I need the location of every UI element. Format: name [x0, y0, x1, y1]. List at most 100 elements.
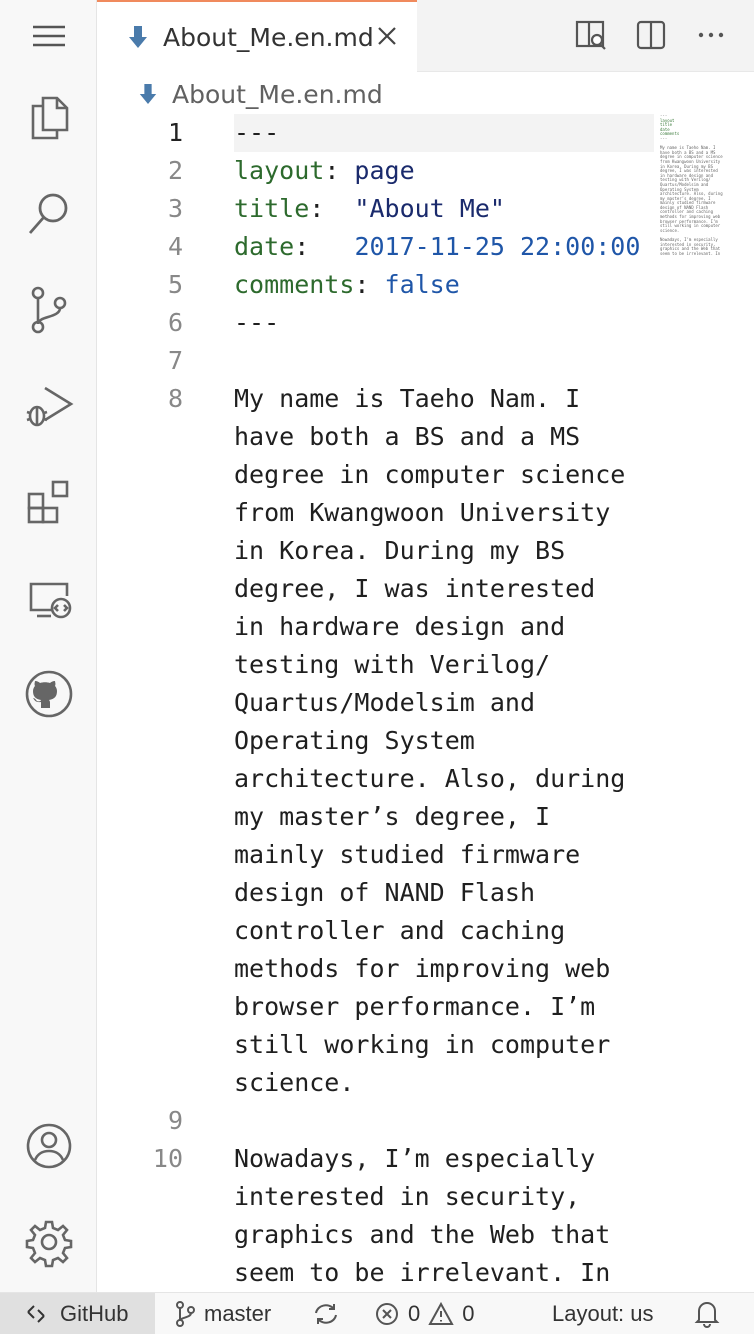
- split-editor-icon: [636, 20, 666, 50]
- text-line: methods for improving web: [234, 954, 611, 983]
- yaml-key: title: [234, 194, 310, 223]
- activity-bar: [0, 0, 97, 1292]
- warning-count: 0: [462, 1301, 475, 1326]
- branch-icon: [176, 1301, 195, 1327]
- line-number: 6: [167, 308, 183, 337]
- ellipsis-icon: [698, 32, 724, 38]
- code-line: ---: [234, 308, 280, 337]
- text-line: from Kwangwoon University: [234, 498, 611, 527]
- paragraph: Nowadays, I’m especially interested in se…: [234, 1140, 654, 1292]
- yaml-key: comments: [234, 270, 355, 299]
- menu-button[interactable]: [0, 0, 97, 72]
- yaml-value: false: [384, 270, 460, 299]
- remote-indicator[interactable]: GitHub: [0, 1293, 155, 1334]
- account-icon: [26, 1123, 71, 1169]
- text-line: architecture. Also, during: [234, 764, 626, 793]
- text-line: in hardware design and: [234, 612, 566, 641]
- remote-label: GitHub: [60, 1301, 129, 1326]
- text-line: Nowadays, I’m especially: [234, 1144, 596, 1173]
- extensions-button[interactable]: [0, 466, 97, 538]
- gear-icon: [25, 1220, 72, 1268]
- yaml-value: "About Me": [354, 194, 505, 223]
- notifications-button[interactable]: [694, 1293, 720, 1334]
- editor-actions: [572, 16, 730, 54]
- minimap[interactable]: --- layout title date comments --- My name is…: [660, 114, 740, 294]
- problems-indicator[interactable]: 0 0: [374, 1293, 475, 1334]
- line-number: 10: [152, 1144, 183, 1173]
- extensions-icon: [27, 480, 68, 524]
- breadcrumb-file: About_Me.en.md: [172, 79, 383, 109]
- github-button[interactable]: [0, 658, 97, 730]
- text-line: testing with Verilog/: [234, 650, 551, 679]
- hamburger-icon: [32, 25, 65, 47]
- text-line: mainly studied firmware: [234, 840, 581, 869]
- text-line: interested in security,: [234, 1182, 581, 1211]
- text-line: browser performance. I’m: [234, 992, 596, 1021]
- more-actions-button[interactable]: [692, 16, 730, 54]
- open-preview-button[interactable]: [572, 16, 610, 54]
- run-debug-button[interactable]: [0, 370, 97, 442]
- text-line: in Korea. During my BS: [234, 536, 566, 565]
- explorer-button[interactable]: [0, 82, 97, 154]
- paragraph: My name is Taeho Nam. I have both a BS an…: [234, 380, 654, 1102]
- line-number: 1: [167, 118, 183, 147]
- preview-icon: [575, 20, 606, 50]
- line-number: 5: [167, 270, 183, 299]
- warning-icon: [428, 1301, 454, 1325]
- branch-indicator[interactable]: master: [174, 1293, 271, 1334]
- close-icon[interactable]: [373, 22, 401, 50]
- code-line: layout: page: [234, 156, 415, 185]
- split-editor-button[interactable]: [632, 16, 670, 54]
- source-control-button[interactable]: [0, 274, 97, 346]
- text-line: degree in computer science: [234, 460, 626, 489]
- yaml-value: 2017-11-25 22:00:00: [354, 232, 641, 261]
- accounts-button[interactable]: [0, 1110, 97, 1182]
- sync-button[interactable]: [312, 1293, 340, 1334]
- current-line-highlight: [234, 114, 654, 152]
- text-line: My name is Taeho Nam. I: [234, 384, 581, 413]
- branch-label: master: [204, 1301, 272, 1326]
- text-line: Operating System: [234, 726, 475, 755]
- error-icon: [376, 1303, 398, 1325]
- search-button[interactable]: [0, 178, 97, 250]
- text-line: design of NAND Flash: [234, 878, 536, 907]
- debug-icon: [26, 386, 73, 427]
- tab-bar: About_Me.en.md: [97, 0, 754, 72]
- sync-icon: [315, 1304, 337, 1324]
- line-number: 4: [167, 232, 183, 261]
- bell-icon: [694, 1302, 720, 1328]
- minimap-line: seem to be irrelevant. In: [660, 250, 721, 256]
- keyboard-layout[interactable]: Layout: us: [552, 1293, 654, 1334]
- remote-icon: [27, 1305, 45, 1323]
- status-bar: GitHub master 0 0 Layout: us: [0, 1292, 754, 1334]
- editor[interactable]: 1 2 3 4 5 6 7 8 9 10 --- layout: page ti…: [97, 114, 655, 1292]
- error-count: 0: [408, 1301, 421, 1326]
- search-icon: [28, 193, 67, 234]
- code-line: comments: false: [234, 270, 460, 299]
- markdown-icon: [139, 84, 157, 104]
- text-line: my master’s degree, I: [234, 802, 551, 831]
- yaml-key: date: [234, 232, 295, 261]
- line-number: 2: [167, 156, 183, 185]
- remote-explorer-button[interactable]: [0, 562, 97, 634]
- tab-title: About_Me.en.md: [163, 22, 374, 52]
- markdown-icon: [129, 26, 147, 48]
- text-line: still working in computer: [234, 1030, 611, 1059]
- text-line: science.: [234, 1068, 355, 1097]
- settings-button[interactable]: [0, 1206, 97, 1278]
- code-line: ---: [234, 118, 280, 147]
- code-line: title: "About Me": [234, 194, 505, 223]
- text-line: degree, I was interested: [234, 574, 596, 603]
- text-line: controller and caching: [234, 916, 566, 945]
- editor-tab[interactable]: About_Me.en.md: [97, 0, 417, 72]
- code-line: date: 2017-11-25 22:00:00: [234, 232, 641, 261]
- line-number: 3: [167, 194, 183, 223]
- text-line: graphics and the Web that: [234, 1220, 611, 1249]
- layout-label: Layout: us: [552, 1301, 654, 1326]
- text-line: have both a BS and a MS: [234, 422, 581, 451]
- line-number: 9: [167, 1106, 183, 1135]
- breadcrumb[interactable]: About_Me.en.md: [138, 76, 383, 112]
- github-icon: [25, 670, 72, 718]
- source-control-icon: [31, 286, 66, 334]
- line-number: 7: [167, 346, 183, 375]
